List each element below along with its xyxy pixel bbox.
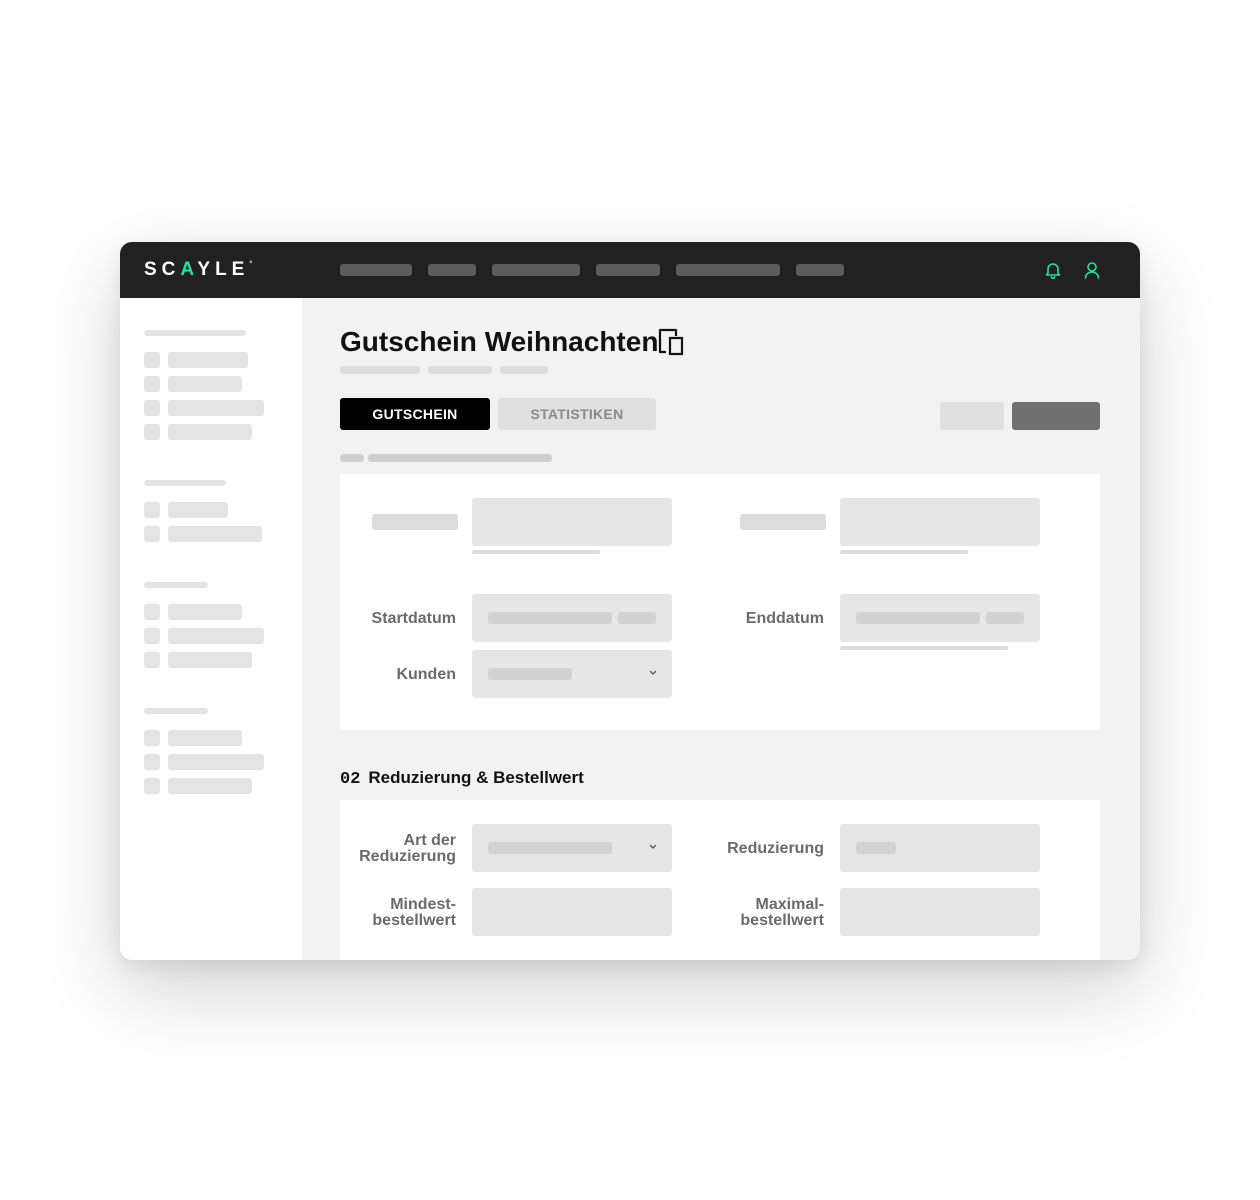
sidebar-item-icon (144, 424, 160, 440)
sidebar-item[interactable] (168, 730, 242, 746)
reduction-field[interactable] (840, 824, 1040, 872)
field-label-placeholder (372, 514, 458, 530)
date-value-placeholder (856, 612, 980, 624)
select-value-placeholder (488, 668, 572, 680)
start-date-field[interactable] (472, 594, 672, 642)
nav-item-placeholder[interactable] (676, 264, 780, 276)
sidebar-item-icon (144, 730, 160, 746)
tab-gutschein[interactable]: GUTSCHEIN (340, 398, 490, 430)
copy-icon[interactable] (658, 328, 686, 358)
top-bar: SCAYLE° (120, 242, 1140, 298)
reduction-type-label: Art der Reduzierung (359, 832, 456, 865)
chevron-down-icon (649, 670, 657, 675)
date-value-placeholder (488, 612, 612, 624)
sidebar-group-heading (144, 582, 208, 588)
tab-statistiken[interactable]: STATISTIKEN (498, 398, 656, 430)
nav-item-placeholder[interactable] (596, 264, 660, 276)
sidebar-item[interactable] (168, 400, 264, 416)
sidebar-item[interactable] (168, 376, 242, 392)
sidebar-item[interactable] (168, 652, 252, 668)
app-window: SCAYLE° Gutschein Weihnachten GUTSCHEIN … (120, 242, 1140, 960)
nav-item-placeholder[interactable] (428, 264, 476, 276)
sidebar-item[interactable] (168, 754, 264, 770)
min-order-label: Mindest-bestellwert (372, 896, 456, 929)
text-field-placeholder[interactable] (472, 498, 672, 546)
sidebar-item-icon (144, 376, 160, 392)
sidebar-item-icon (144, 502, 160, 518)
sidebar-item-icon (144, 400, 160, 416)
select-value-placeholder (488, 842, 612, 854)
field-hint-placeholder (840, 646, 1008, 650)
text-field-placeholder[interactable] (840, 498, 1040, 546)
sidebar-item[interactable] (168, 502, 228, 518)
sidebar-item[interactable] (168, 352, 248, 368)
sidebar-group-heading (144, 330, 246, 336)
scayle-logo[interactable]: SCAYLE° (144, 259, 252, 281)
section-number-placeholder (340, 454, 364, 462)
input-value-placeholder (856, 842, 896, 854)
voucher-settings-card: Startdatum Enddatum Kunden (340, 474, 1100, 730)
sidebar-item[interactable] (168, 778, 252, 794)
section-title-placeholder (368, 454, 552, 462)
nav-item-placeholder[interactable] (492, 264, 580, 276)
reduction-card: Art der Reduzierung Reduzierung Mindest-b… (340, 800, 1100, 960)
sidebar-item-icon (144, 604, 160, 620)
time-value-placeholder (618, 612, 656, 624)
sidebar-item-icon (144, 352, 160, 368)
field-hint-placeholder (472, 550, 600, 554)
min-order-field[interactable] (472, 888, 672, 936)
sidebar-group-heading (144, 708, 208, 714)
sidebar-item-icon (144, 754, 160, 770)
page-title: Gutschein Weihnachten (340, 326, 659, 357)
sidebar-item-icon (144, 628, 160, 644)
reduction-label: Reduzierung (727, 840, 824, 857)
sidebar-group-heading (144, 480, 226, 486)
sidebar-item[interactable] (168, 424, 252, 440)
end-date-label: Enddatum (745, 610, 824, 627)
nav-item-placeholder[interactable] (340, 264, 412, 276)
sidebar-item[interactable] (168, 628, 264, 644)
max-order-field[interactable] (840, 888, 1040, 936)
section-number: 02 (340, 770, 361, 789)
end-date-field[interactable] (840, 594, 1040, 642)
sidebar-item-icon (144, 526, 160, 542)
section-title: Reduzierung & Bestellwert (368, 768, 584, 787)
customers-select[interactable] (472, 650, 672, 698)
bell-icon[interactable] (1043, 260, 1063, 280)
sidebar-item-icon (144, 652, 160, 668)
field-label-placeholder (740, 514, 826, 530)
section-heading: 02 Reduzierung & Bestellwert (340, 768, 584, 789)
breadcrumb-placeholder[interactable] (428, 366, 492, 374)
max-order-label: Maximal-bestellwert (740, 896, 824, 929)
sidebar-item-icon (144, 778, 160, 794)
sidebar-item[interactable] (168, 526, 262, 542)
primary-action-button[interactable] (1012, 402, 1100, 430)
secondary-action-button[interactable] (940, 402, 1004, 430)
reduction-type-select[interactable] (472, 824, 672, 872)
chevron-down-icon (649, 844, 657, 849)
field-hint-placeholder (840, 550, 968, 554)
breadcrumb-placeholder[interactable] (500, 366, 548, 374)
user-icon[interactable] (1082, 260, 1102, 280)
breadcrumb-placeholder[interactable] (340, 366, 420, 374)
sidebar-item[interactable] (168, 604, 242, 620)
start-date-label: Startdatum (371, 610, 456, 627)
customers-label: Kunden (396, 666, 456, 683)
time-value-placeholder (986, 612, 1024, 624)
sidebar (120, 298, 302, 960)
nav-item-placeholder[interactable] (796, 264, 844, 276)
main-content: Gutschein Weihnachten GUTSCHEIN STATISTI… (302, 298, 1140, 960)
